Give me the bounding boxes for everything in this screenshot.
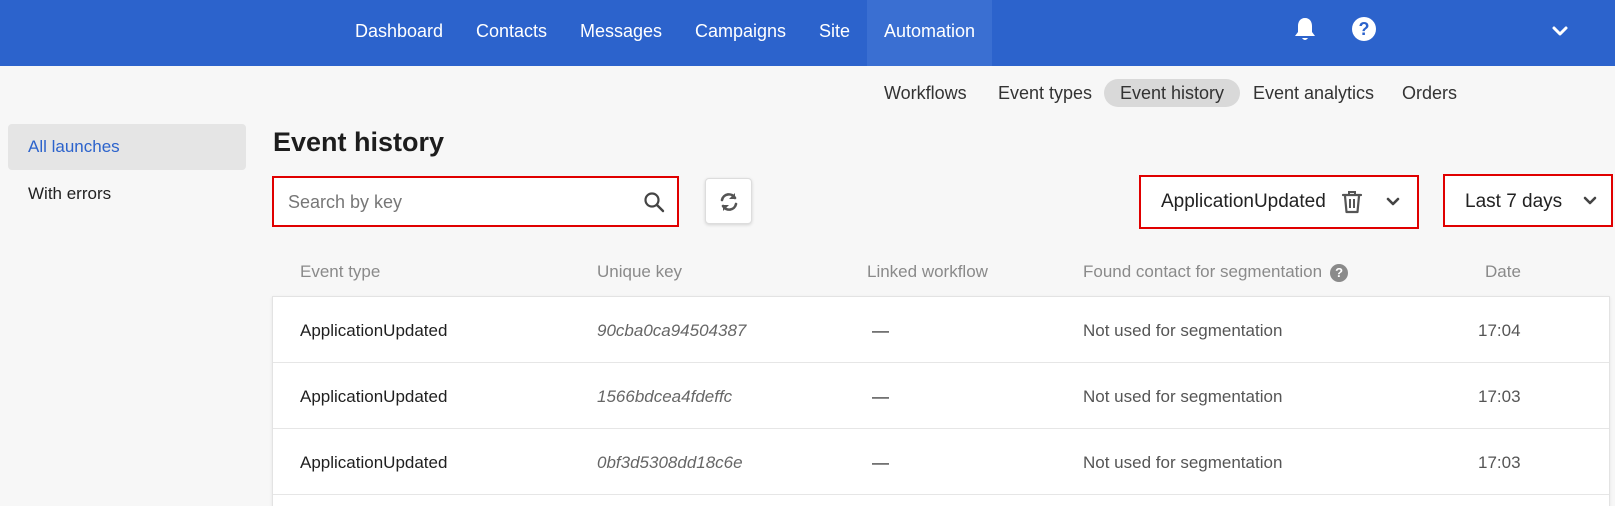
cell-linked-workflow: —	[872, 321, 889, 340]
cell-date: 17:03	[1478, 453, 1521, 472]
column-header-found-contact: Found contact for segmentation?	[1083, 262, 1349, 282]
cell-unique-key[interactable]: 90cba0ca94504387	[597, 321, 746, 341]
column-header-date[interactable]: Date	[1485, 262, 1521, 282]
cell-date: 17:03	[1478, 387, 1521, 406]
cell-event-type: ApplicationUpdated	[300, 387, 448, 406]
cell-unique-key[interactable]: 1566bdcea4fdeffc	[597, 387, 732, 407]
nav-site[interactable]: Site	[819, 0, 850, 66]
tab-orders[interactable]: Orders	[1402, 79, 1457, 107]
column-header-event-type[interactable]: Event type	[300, 262, 380, 282]
sidebar-item-all-launches[interactable]: All launches	[8, 124, 246, 170]
sidebar-item-with-errors[interactable]: With errors	[8, 171, 246, 217]
help-icon[interactable]: ?	[1330, 263, 1349, 282]
cell-linked-workflow: —	[872, 453, 889, 472]
nav-dashboard[interactable]: Dashboard	[355, 0, 443, 66]
tab-event-analytics[interactable]: Event analytics	[1253, 79, 1374, 107]
event-type-filter[interactable]: ApplicationUpdated	[1139, 175, 1419, 229]
page-title: Event history	[273, 127, 445, 157]
table-row[interactable]: ApplicationUpdated 1566bdcea4fdeffc — No…	[273, 363, 1609, 429]
nav-messages[interactable]: Messages	[580, 0, 662, 66]
chevron-down-icon[interactable]	[1582, 194, 1598, 208]
cell-found-contact: Not used for segmentation	[1083, 387, 1283, 406]
trash-icon[interactable]	[1341, 190, 1363, 214]
event-table: ApplicationUpdated 90cba0ca94504387 — No…	[272, 296, 1610, 506]
table-row[interactable]: ApplicationUpdated 0bf3d5308dd18c6e — No…	[273, 429, 1609, 495]
refresh-icon	[720, 193, 738, 211]
chevron-down-icon[interactable]	[1551, 22, 1569, 40]
help-icon[interactable]: ?	[1352, 17, 1376, 41]
cell-date: 17:04	[1478, 321, 1521, 340]
table-row[interactable]: ApplicationUpdated 90cba0ca94504387 — No…	[273, 297, 1609, 363]
cell-linked-workflow: —	[872, 387, 889, 406]
top-navigation-bar: Dashboard Contacts Messages Campaigns Si…	[0, 0, 1615, 66]
bell-icon[interactable]	[1293, 16, 1317, 42]
cell-found-contact: Not used for segmentation	[1083, 453, 1283, 472]
tab-event-types[interactable]: Event types	[998, 79, 1092, 107]
cell-unique-key[interactable]: 0bf3d5308dd18c6e	[597, 453, 743, 473]
nav-campaigns[interactable]: Campaigns	[695, 0, 786, 66]
search-input[interactable]	[288, 190, 618, 214]
search-icon[interactable]	[643, 191, 665, 213]
search-field[interactable]	[272, 176, 679, 227]
cell-event-type: ApplicationUpdated	[300, 321, 448, 340]
event-type-filter-value: ApplicationUpdated	[1161, 191, 1326, 212]
cell-event-type: ApplicationUpdated	[300, 453, 448, 472]
tab-workflows[interactable]: Workflows	[884, 79, 967, 107]
column-header-linked-workflow[interactable]: Linked workflow	[867, 262, 988, 282]
nav-contacts[interactable]: Contacts	[476, 0, 547, 66]
period-filter[interactable]: Last 7 days	[1443, 174, 1613, 227]
column-header-found-contact-label[interactable]: Found contact for segmentation	[1083, 262, 1322, 281]
chevron-down-icon[interactable]	[1385, 195, 1401, 209]
cell-found-contact: Not used for segmentation	[1083, 321, 1283, 340]
period-filter-value: Last 7 days	[1465, 191, 1563, 212]
nav-automation[interactable]: Automation	[867, 0, 993, 66]
tab-event-history[interactable]: Event history	[1104, 79, 1241, 107]
column-header-unique-key[interactable]: Unique key	[597, 262, 682, 282]
refresh-button[interactable]	[705, 178, 752, 224]
